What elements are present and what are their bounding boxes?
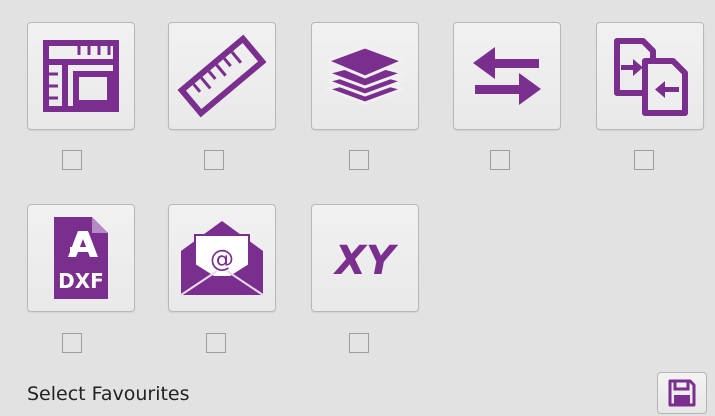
select-favourites-label: Select Favourites bbox=[27, 383, 190, 405]
xy-checkbox[interactable] bbox=[349, 333, 369, 353]
xy-coordinates-icon: XY bbox=[332, 238, 399, 284]
ruler-icon bbox=[177, 34, 267, 118]
xy-label: XY bbox=[332, 238, 399, 284]
document-transfer-icon bbox=[614, 38, 688, 116]
email-checkbox[interactable] bbox=[206, 333, 226, 353]
at-symbol: @ bbox=[210, 245, 234, 273]
ruler-checkbox[interactable] bbox=[204, 150, 224, 170]
xy-tile[interactable]: XY bbox=[311, 204, 419, 312]
ruler-tile[interactable] bbox=[168, 22, 276, 130]
document-transfer-tile[interactable] bbox=[596, 22, 704, 130]
email-envelope-icon: @ bbox=[180, 221, 264, 296]
floppy-disk-icon bbox=[668, 379, 696, 407]
layers-icon bbox=[325, 45, 405, 105]
layout-ruler-tile[interactable] bbox=[27, 22, 135, 130]
select-favourites-panel: DXF @ XY Select Favourites bbox=[0, 0, 715, 416]
dxf-checkbox[interactable] bbox=[62, 333, 82, 353]
layout-ruler-icon bbox=[43, 40, 119, 112]
dxf-file-icon: DXF bbox=[54, 217, 108, 299]
layers-checkbox[interactable] bbox=[349, 150, 369, 170]
save-button[interactable] bbox=[657, 372, 707, 414]
document-transfer-checkbox[interactable] bbox=[634, 150, 654, 170]
swap-arrows-tile[interactable] bbox=[453, 22, 561, 130]
dxf-file-tile[interactable]: DXF bbox=[27, 204, 135, 312]
layers-tile[interactable] bbox=[311, 22, 419, 130]
email-tile[interactable]: @ bbox=[168, 204, 276, 312]
swap-arrows-icon bbox=[473, 47, 541, 105]
swap-arrows-checkbox[interactable] bbox=[490, 150, 510, 170]
layout-ruler-checkbox[interactable] bbox=[62, 150, 82, 170]
dxf-label: DXF bbox=[58, 269, 104, 293]
